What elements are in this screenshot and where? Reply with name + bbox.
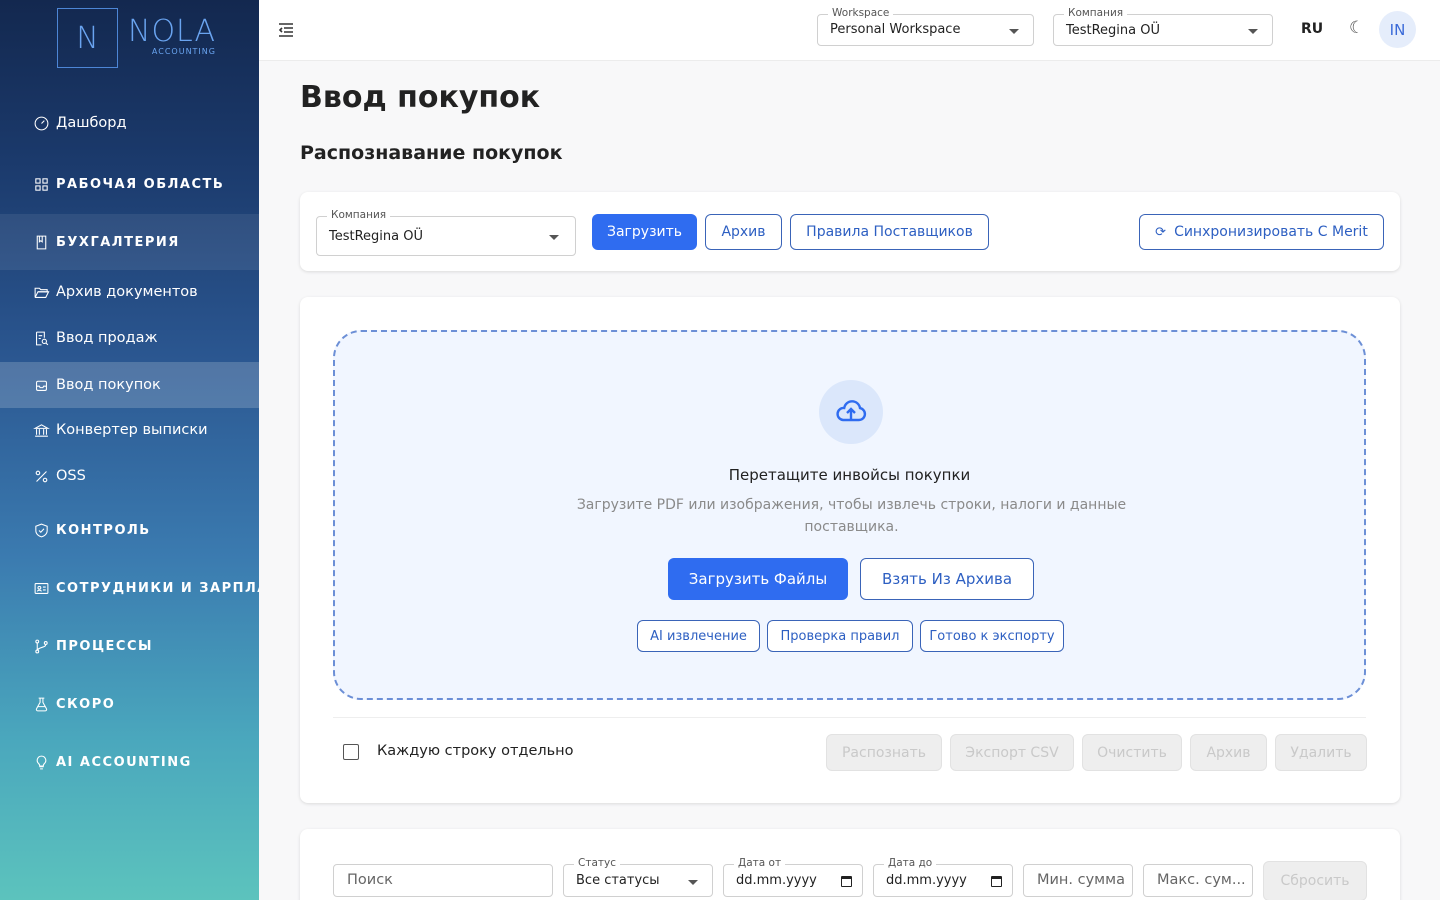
- dashboard-gauge-icon: [33, 115, 50, 132]
- min-sum-input[interactable]: Мин. сумма: [1023, 864, 1133, 897]
- dropzone-title: Перетащите инвойсы покупки: [728, 466, 971, 484]
- sync-icon: ⟳: [1155, 224, 1167, 240]
- sidebar-group-employees-payroll[interactable]: СОТРУДНИКИ И ЗАРПЛАТА: [0, 571, 259, 605]
- inbox-icon: [33, 377, 50, 394]
- lightbulb-icon: [33, 754, 50, 771]
- from-archive-button[interactable]: Взять Из Архива: [860, 558, 1034, 600]
- language-switcher[interactable]: RU: [1301, 21, 1323, 37]
- search-input[interactable]: Поиск: [333, 864, 553, 897]
- each-line-label: Каждую строку отдельно: [377, 743, 574, 759]
- sidebar-item-statement-converter[interactable]: Конвертер выписки: [0, 415, 259, 445]
- book-icon: [33, 234, 50, 251]
- sync-merit-button[interactable]: ⟳ Синхронизировать С Merit: [1139, 214, 1384, 250]
- shield-check-icon: [33, 522, 50, 539]
- receipt-search-icon: [33, 330, 50, 347]
- sidebar-group-control[interactable]: КОНТРОЛЬ: [0, 513, 259, 547]
- upload-card: Перетащите инвойсы покупки Загрузите PDF…: [300, 297, 1400, 803]
- logo[interactable]: N NOLA ACCOUNTING: [57, 8, 216, 68]
- chevron-down-icon: [688, 880, 698, 885]
- dark-mode-moon-icon[interactable]: ☾: [1349, 18, 1364, 38]
- sidebar-group-coming-soon[interactable]: СКОРО: [0, 687, 259, 721]
- chevron-down-icon: [1009, 29, 1019, 34]
- sidebar-item-sales-entry[interactable]: Ввод продаж: [0, 323, 259, 353]
- cloud-upload-icon: [819, 380, 883, 444]
- sidebar-item-purchase-entry[interactable]: Ввод покупок: [0, 362, 259, 408]
- date-from-input[interactable]: Дата от dd.mm.yyyy: [723, 857, 863, 897]
- delete-button[interactable]: Удалить: [1275, 734, 1367, 771]
- company-select[interactable]: Компания TestRegina OÜ: [1053, 7, 1273, 46]
- percent-icon: [33, 468, 50, 485]
- sidebar-group-ai-accounting[interactable]: AI ACCOUNTING: [0, 745, 259, 779]
- chip-rule-check: Проверка правил: [767, 620, 913, 652]
- folder-open-icon: [33, 284, 50, 301]
- recognize-button[interactable]: Распознать: [826, 734, 942, 771]
- chip-ai-extraction: AI извлечение: [637, 620, 760, 652]
- dropzone[interactable]: Перетащите инвойсы покупки Загрузите PDF…: [333, 330, 1366, 700]
- id-card-icon: [33, 580, 50, 597]
- chip-export-ready: Готово к экспорту: [920, 620, 1064, 652]
- flask-icon: [33, 696, 50, 713]
- calendar-icon[interactable]: [991, 876, 1002, 887]
- menu-collapse-icon[interactable]: [277, 21, 295, 39]
- avatar[interactable]: IN: [1379, 11, 1416, 48]
- status-select[interactable]: Статус Все статусы: [563, 857, 713, 897]
- vendor-rules-button[interactable]: Правила Поставщиков: [790, 214, 989, 250]
- toolbar-card: Компания TestRegina OÜ Загрузить Архив П…: [300, 192, 1400, 271]
- chevron-down-icon: [549, 235, 559, 240]
- page-title: Ввод покупок: [300, 80, 541, 115]
- sidebar-item-oss[interactable]: OSS: [0, 461, 259, 491]
- divider: [333, 717, 1366, 718]
- git-branch-icon: [33, 638, 50, 655]
- upload-button[interactable]: Загрузить: [592, 214, 697, 250]
- bank-icon: [33, 422, 50, 439]
- upload-files-button[interactable]: Загрузить Файлы: [668, 558, 848, 600]
- sidebar-group-processes[interactable]: ПРОЦЕССЫ: [0, 629, 259, 663]
- each-line-checkbox[interactable]: [343, 744, 359, 760]
- sidebar-item-document-archive[interactable]: Архив документов: [0, 277, 259, 307]
- archive-button[interactable]: Архив: [705, 214, 782, 250]
- section-title: Распознавание покупок: [300, 142, 563, 164]
- workspace-select[interactable]: Workspace Personal Workspace: [817, 7, 1034, 46]
- sidebar-item-dashboard[interactable]: Дашборд: [0, 108, 259, 138]
- reset-filters-button[interactable]: Сбросить: [1263, 861, 1367, 900]
- logo-letter: N: [57, 8, 118, 68]
- grid-icon: [33, 176, 50, 193]
- topbar: Workspace Personal Workspace Компания Te…: [259, 0, 1440, 61]
- sidebar-group-workspace[interactable]: РАБОЧАЯ ОБЛАСТЬ: [0, 167, 259, 201]
- sidebar-group-accounting[interactable]: БУХГАЛТЕРИЯ: [0, 214, 259, 270]
- dropzone-subtitle: Загрузите PDF или изображения, чтобы изв…: [576, 497, 1127, 535]
- toolbar-company-select[interactable]: Компания TestRegina OÜ: [316, 209, 576, 256]
- archive-selected-button[interactable]: Архив: [1190, 734, 1267, 771]
- chevron-down-icon: [1248, 29, 1258, 34]
- clear-button[interactable]: Очистить: [1082, 734, 1182, 771]
- filters-card: Поиск Статус Все статусы Дата от dd.mm.y…: [300, 829, 1400, 900]
- logo-name: NOLA: [128, 13, 216, 49]
- max-sum-input[interactable]: Макс. сум...: [1143, 864, 1253, 897]
- date-to-input[interactable]: Дата до dd.mm.yyyy: [873, 857, 1013, 897]
- sidebar: N NOLA ACCOUNTING Дашборд РАБОЧАЯ ОБЛАСТ…: [0, 0, 259, 900]
- export-csv-button[interactable]: Экспорт CSV: [950, 734, 1074, 771]
- calendar-icon[interactable]: [841, 876, 852, 887]
